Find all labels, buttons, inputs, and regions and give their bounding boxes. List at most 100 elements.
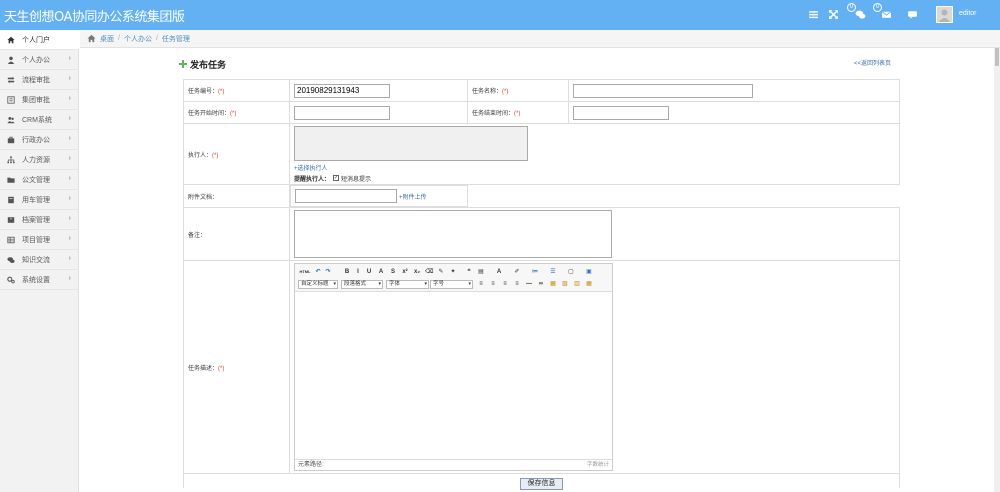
strikethrough-icon[interactable]: S <box>389 268 397 276</box>
home-icon[interactable] <box>87 34 96 43</box>
editor-content-area[interactable] <box>295 292 612 459</box>
paragraph-select[interactable]: 段落格式 ▾ <box>341 280 383 289</box>
avatar[interactable] <box>936 6 953 23</box>
sms-remind-option: 短消息提示 <box>341 176 372 183</box>
sidebar-item[interactable]: 知识交流 › <box>0 250 79 270</box>
book-icon <box>6 195 16 205</box>
preview-icon[interactable]: ▣ <box>585 268 593 276</box>
menu-icon[interactable] <box>805 6 821 22</box>
superscript-icon[interactable]: x² <box>401 268 409 276</box>
remind-label: 提醒执行人： <box>294 176 331 183</box>
undo-icon[interactable]: ↶ <box>314 268 322 276</box>
page-scrollbar[interactable] <box>994 48 1000 492</box>
task-no-input[interactable]: 20190829131943 <box>294 83 390 98</box>
eraser-icon[interactable]: ⌫ <box>425 268 433 276</box>
upload-attachment-link[interactable]: +附件上传 <box>399 192 427 201</box>
font-color-icon[interactable]: A <box>495 268 503 276</box>
align-center-icon[interactable]: ≡ <box>489 280 497 288</box>
sidebar-item[interactable]: 项目管理 › <box>0 230 79 250</box>
sidebar-item[interactable]: 人力资源 › <box>0 150 79 170</box>
attachment-icon[interactable]: ▥ <box>573 280 581 288</box>
folder-image-icon[interactable]: ▨ <box>561 280 569 288</box>
list-icon <box>6 95 16 105</box>
executor-label: 执行人： <box>188 152 213 159</box>
executor-textarea[interactable] <box>294 125 528 161</box>
select-executor-link[interactable]: +选择执行人 <box>294 163 899 172</box>
remark-textarea[interactable] <box>294 210 612 258</box>
sidebar-item[interactable]: 档案管理 › <box>0 210 79 230</box>
sidebar-item[interactable]: 行政办公 › <box>0 130 79 150</box>
blockquote-icon[interactable]: ❝ <box>465 268 473 276</box>
breadcrumb-task-management: 任务管理 <box>161 35 190 43</box>
user-icon <box>6 55 16 65</box>
redo-icon[interactable]: ↷ <box>324 268 332 276</box>
align-left-icon[interactable]: ≡ <box>477 280 485 288</box>
fullscreen-icon[interactable] <box>825 6 841 22</box>
ordered-list-icon[interactable]: ≔ <box>531 268 539 276</box>
home-icon <box>6 35 16 45</box>
html-source-button[interactable]: HTML <box>298 268 312 276</box>
message-icon[interactable]: 0 <box>847 3 868 22</box>
sidebar-item[interactable]: 集团审批 › <box>0 90 79 110</box>
table-insert-icon[interactable]: ▦ <box>585 280 593 288</box>
image-icon[interactable]: ▦ <box>549 280 557 288</box>
heading-select[interactable]: 自定义标题 ▾ <box>298 280 338 289</box>
format-brush-icon[interactable]: ✎ <box>437 268 445 276</box>
retweet-icon <box>6 75 16 85</box>
sidebar-item[interactable]: 个人门户 <box>0 30 79 50</box>
breadcrumb-desktop[interactable]: 桌面 <box>100 34 114 44</box>
bold-icon[interactable]: B <box>343 268 351 276</box>
message-badge: 0 <box>847 3 856 12</box>
sms-remind-checkbox[interactable]: ✓ <box>333 175 340 181</box>
clear-doc-icon[interactable]: ▢ <box>567 268 575 276</box>
attachment-label: 附件文档： <box>188 194 219 201</box>
sidebar-item[interactable]: 个人办公 › <box>0 50 79 70</box>
auto-typeset-icon[interactable]: ✦ <box>449 268 457 276</box>
sidebar-item-label: 系统设置 <box>22 276 50 284</box>
align-right-icon[interactable]: ≡ <box>501 280 509 288</box>
chevron-right-icon: › <box>68 175 71 182</box>
breadcrumb-separator: / <box>118 35 120 42</box>
chevron-right-icon: › <box>68 255 71 262</box>
font-select[interactable]: 字体 ▾ <box>386 280 429 289</box>
task-name-input[interactable] <box>573 83 753 98</box>
chat-icon[interactable] <box>904 6 920 22</box>
subscript-icon[interactable]: x₂ <box>413 268 421 276</box>
attachment-input[interactable] <box>295 189 397 203</box>
font-border-icon[interactable]: A <box>377 268 385 276</box>
unordered-list-icon[interactable]: ☰ <box>549 268 557 276</box>
sidebar-item[interactable]: 流程审批 › <box>0 70 79 90</box>
end-time-input[interactable] <box>573 105 669 120</box>
underline-icon[interactable]: U <box>365 268 373 276</box>
comments-icon <box>6 255 16 265</box>
sidebar-item[interactable]: CRM系统 › <box>0 110 79 130</box>
form-title: 发布任务 <box>190 60 227 70</box>
justify-icon[interactable]: ≡ <box>513 280 521 288</box>
chevron-right-icon: › <box>68 195 71 202</box>
username[interactable]: editor <box>959 10 977 17</box>
sidebar-item-label: 知识交流 <box>22 256 50 264</box>
size-select[interactable]: 字号 ▾ <box>430 280 473 289</box>
page-scrollbar-thumb[interactable] <box>995 48 999 66</box>
link-icon[interactable]: ∞ <box>537 280 545 288</box>
chevron-right-icon: › <box>68 275 71 282</box>
sidebar-item[interactable]: 用车管理 › <box>0 190 79 210</box>
breadcrumb-personal-office[interactable]: 个人办公 <box>124 34 152 44</box>
remark-label: 备注： <box>188 232 207 239</box>
italic-icon[interactable]: I <box>354 268 362 276</box>
paste-plain-icon[interactable]: ▤ <box>477 268 485 276</box>
users-icon <box>6 115 16 125</box>
sidebar-item-label: 用车管理 <box>22 196 50 204</box>
save-button[interactable]: 保存信息 <box>520 478 563 490</box>
highlight-color-icon[interactable]: ✐ <box>513 268 521 276</box>
remind-row: 提醒执行人： ✓ 短消息提示 <box>294 174 899 183</box>
task-no-label: 任务编号： <box>188 89 219 95</box>
sidebar-item[interactable]: 系统设置 › <box>0 270 79 290</box>
horizontal-rule-icon[interactable]: — <box>525 280 533 288</box>
start-time-input[interactable] <box>294 105 390 120</box>
mail-icon[interactable]: 0 <box>873 3 894 22</box>
mail-badge: 0 <box>873 3 882 12</box>
sidebar-item[interactable]: 公文管理 › <box>0 170 79 190</box>
back-to-list-link[interactable]: <<返回列表页 <box>854 58 891 67</box>
folder-icon <box>6 175 16 185</box>
